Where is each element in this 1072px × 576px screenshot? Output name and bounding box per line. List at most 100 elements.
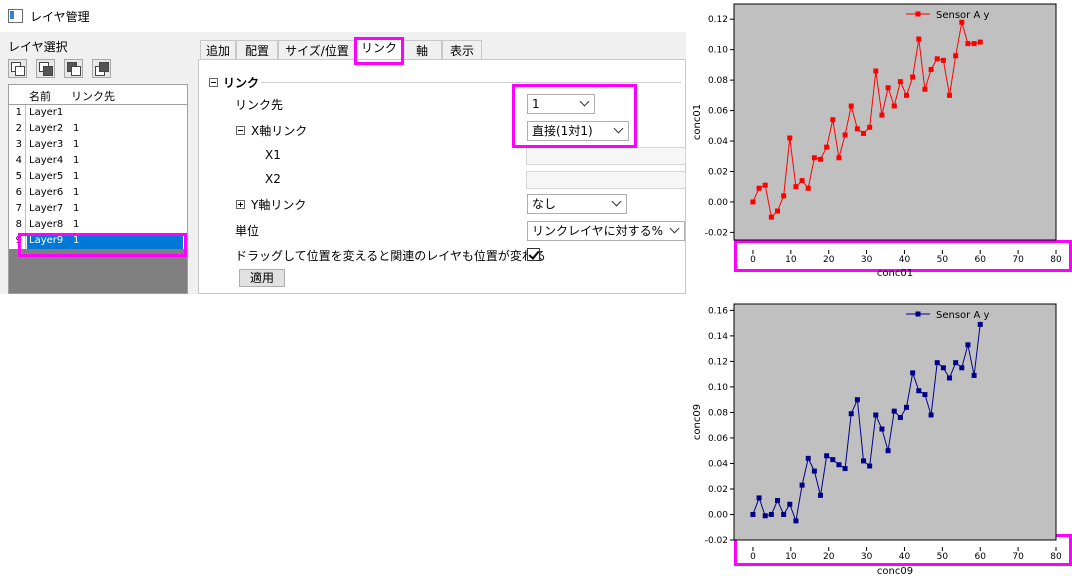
collapse-link-section-icon[interactable]: [209, 78, 218, 87]
y-axis-label: conc01: [692, 104, 703, 140]
data-point: [965, 342, 971, 348]
data-point: [873, 68, 879, 74]
y-tick-label: 0.00: [708, 198, 728, 208]
layer-name-cell[interactable]: Layer7: [29, 201, 63, 217]
y-tick-label: 0.08: [708, 76, 728, 86]
layer-row[interactable]: 7 Layer7 1: [9, 201, 187, 217]
layer-row[interactable]: 2 Layer2 1: [9, 121, 187, 137]
layer-link-cell[interactable]: 1: [73, 217, 79, 233]
layer-link-cell[interactable]: 1: [73, 121, 79, 137]
layer-row[interactable]: 4 Layer4 1: [9, 153, 187, 169]
chart-conc09: -0.02 0.00 0.02 0.04 0.06 0.08 0.10 0.12 0.14 0.1…: [692, 303, 1062, 576]
data-point: [940, 365, 946, 371]
apply-button[interactable]: 適用: [239, 269, 285, 287]
plot-area: [733, 303, 1057, 541]
x-tick-label: 10: [785, 255, 797, 265]
unit-dropdown[interactable]: リンクレイヤに対する%: [527, 221, 685, 241]
y-axis-label: conc09: [692, 404, 703, 440]
unit-label: 単位: [235, 224, 260, 238]
tab-arrange[interactable]: 配置: [236, 40, 278, 60]
layer-link-cell[interactable]: 1: [73, 185, 79, 201]
y-link-dropdown[interactable]: なし: [527, 194, 627, 214]
x-tick-label: 50: [937, 552, 949, 562]
data-point: [891, 408, 897, 414]
data-point: [756, 185, 762, 191]
data-point: [885, 85, 891, 91]
layer-link-cell[interactable]: 1: [73, 153, 79, 169]
layer-row[interactable]: 5 Layer5 1: [9, 169, 187, 185]
data-point: [940, 57, 946, 63]
data-point: [916, 36, 922, 42]
drag-option-checkbox[interactable]: [527, 248, 540, 261]
link-to-label: リンク先: [235, 98, 284, 112]
data-point: [916, 388, 922, 394]
data-point: [904, 92, 910, 98]
data-point: [842, 132, 848, 138]
data-point: [879, 426, 885, 432]
data-point: [977, 39, 983, 45]
data-point: [928, 66, 934, 72]
x-tick-label: 10: [785, 552, 797, 562]
column-name-header[interactable]: 名前: [29, 88, 51, 104]
layer-row[interactable]: 3 Layer3 1: [9, 137, 187, 153]
data-point: [805, 455, 811, 461]
x-tick-label: 0: [750, 255, 756, 265]
data-point: [897, 415, 903, 421]
layer-arrange-icon-4[interactable]: [92, 59, 111, 78]
layer-link-cell[interactable]: 1: [73, 137, 79, 153]
y-tick-label: 0.14: [708, 332, 728, 342]
legend-label: Sensor A y: [936, 10, 989, 21]
window-title: レイヤ管理: [30, 10, 90, 24]
layer-row[interactable]: 8 Layer8 1: [9, 217, 187, 233]
y-tick-label: 0.04: [708, 459, 728, 469]
data-point: [799, 482, 805, 488]
y-tick-label: 0.10: [708, 383, 728, 393]
data-point: [830, 117, 836, 123]
layer-row[interactable]: 1 Layer1: [9, 105, 187, 121]
data-point: [854, 397, 860, 403]
data-point: [836, 155, 842, 161]
layer-name-cell[interactable]: Layer1: [29, 105, 63, 121]
layer-name-cell[interactable]: Layer2: [29, 121, 63, 137]
layer-row[interactable]: 6 Layer6 1: [9, 185, 187, 201]
layer-arrange-icon-3[interactable]: [64, 59, 83, 78]
layer-name-cell[interactable]: Layer8: [29, 217, 63, 233]
data-point: [971, 372, 977, 378]
layer-name-cell[interactable]: Layer3: [29, 137, 63, 153]
data-point: [934, 56, 940, 62]
collapse-x-link-icon[interactable]: [236, 126, 245, 135]
data-point: [756, 495, 762, 501]
row-number: 3: [9, 137, 26, 153]
layer-grid[interactable]: 名前 リンク先 1 Layer1 2 Layer2 1 3 Layer3 1 4 Layer4 1 5…: [8, 84, 188, 294]
data-point: [818, 156, 824, 162]
row-number: 8: [9, 217, 26, 233]
layer-link-cell[interactable]: 1: [73, 201, 79, 217]
chevron-down-icon: [669, 223, 680, 234]
y-tick-label: 0.02: [708, 167, 728, 177]
tab-add[interactable]: 追加: [200, 40, 236, 60]
row-number: 6: [9, 185, 26, 201]
tab-display[interactable]: 表示: [442, 40, 482, 60]
layer-link-cell[interactable]: 1: [73, 169, 79, 185]
data-point: [922, 392, 928, 398]
data-point: [775, 497, 781, 503]
layer-arrange-icon-2[interactable]: [36, 59, 55, 78]
data-point: [848, 103, 854, 109]
chevron-down-icon: [611, 196, 622, 207]
data-point: [750, 511, 756, 517]
layer-name-cell[interactable]: Layer5: [29, 169, 63, 185]
link-section-title: リンク: [223, 76, 260, 90]
column-link-header[interactable]: リンク先: [71, 88, 115, 104]
tab-size-position[interactable]: サイズ/位置: [278, 40, 356, 60]
expand-y-link-icon[interactable]: [236, 200, 245, 209]
layer-arrange-icon-1[interactable]: [8, 59, 27, 78]
tab-axis[interactable]: 軸: [402, 40, 442, 60]
data-point: [768, 214, 774, 220]
layer-name-cell[interactable]: Layer4: [29, 153, 63, 169]
layer-name-cell[interactable]: Layer6: [29, 185, 63, 201]
data-point: [934, 360, 940, 366]
window-icon: [8, 9, 23, 23]
y-tick-label: 0.12: [708, 15, 728, 25]
data-point: [805, 185, 811, 191]
y-link-label: Y軸リンク: [251, 198, 307, 212]
